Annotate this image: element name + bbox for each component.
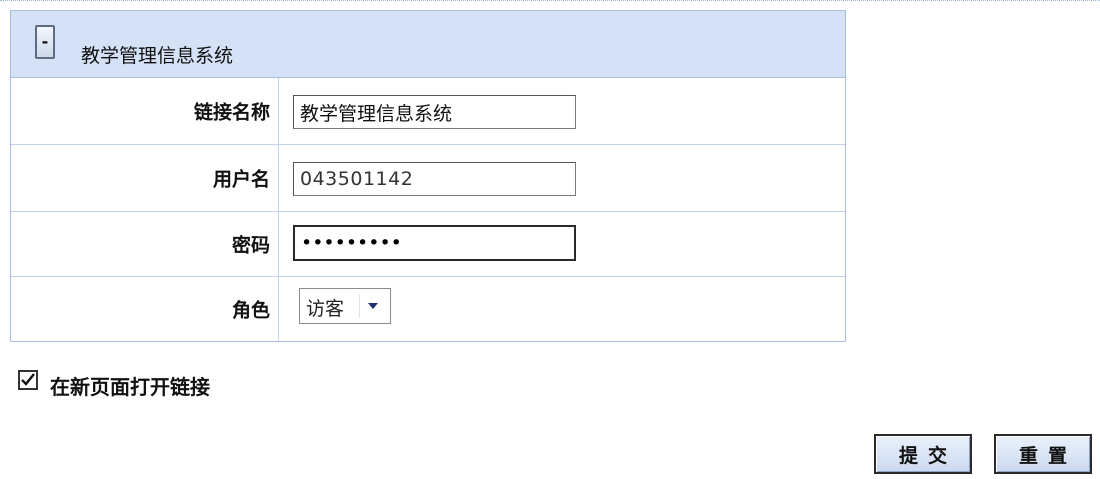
link-name-input[interactable] — [293, 95, 576, 129]
submit-button[interactable]: 提交 — [874, 434, 972, 474]
role-selected-value: 访客 — [306, 298, 345, 320]
label-cell: 链接名称 — [11, 78, 279, 144]
chevron-down-icon[interactable] — [359, 294, 386, 318]
link-form-panel: - 教学管理信息系统 链接名称 用户名 密码 角色 访客 — [10, 10, 846, 342]
collapse-button[interactable]: - — [35, 25, 55, 59]
label-cell: 用户名 — [11, 145, 279, 211]
label-cell: 角色 — [11, 277, 279, 341]
form-row-role: 角色 访客 — [11, 277, 845, 341]
label-cell: 密码 — [11, 212, 279, 276]
username-label: 用户名 — [212, 168, 270, 191]
password-label: 密码 — [231, 234, 270, 257]
reset-button[interactable]: 重置 — [994, 434, 1092, 474]
form-row-link-name: 链接名称 — [11, 78, 845, 145]
role-label: 角色 — [231, 299, 270, 322]
link-name-label: 链接名称 — [193, 101, 270, 124]
new-page-label: 在新页面打开链接 — [50, 375, 210, 399]
top-dotted-divider — [0, 0, 1100, 1]
panel-header: - 教学管理信息系统 — [11, 11, 845, 78]
panel-title: 教学管理信息系统 — [81, 45, 234, 67]
new-page-checkbox[interactable] — [18, 370, 38, 390]
form-row-password: 密码 — [11, 212, 845, 277]
password-input[interactable] — [293, 225, 576, 261]
checkmark-icon — [21, 373, 35, 386]
collapse-icon: - — [41, 32, 49, 51]
form-row-username: 用户名 — [11, 145, 845, 212]
role-select[interactable]: 访客 — [299, 288, 391, 324]
username-input[interactable] — [293, 162, 576, 196]
